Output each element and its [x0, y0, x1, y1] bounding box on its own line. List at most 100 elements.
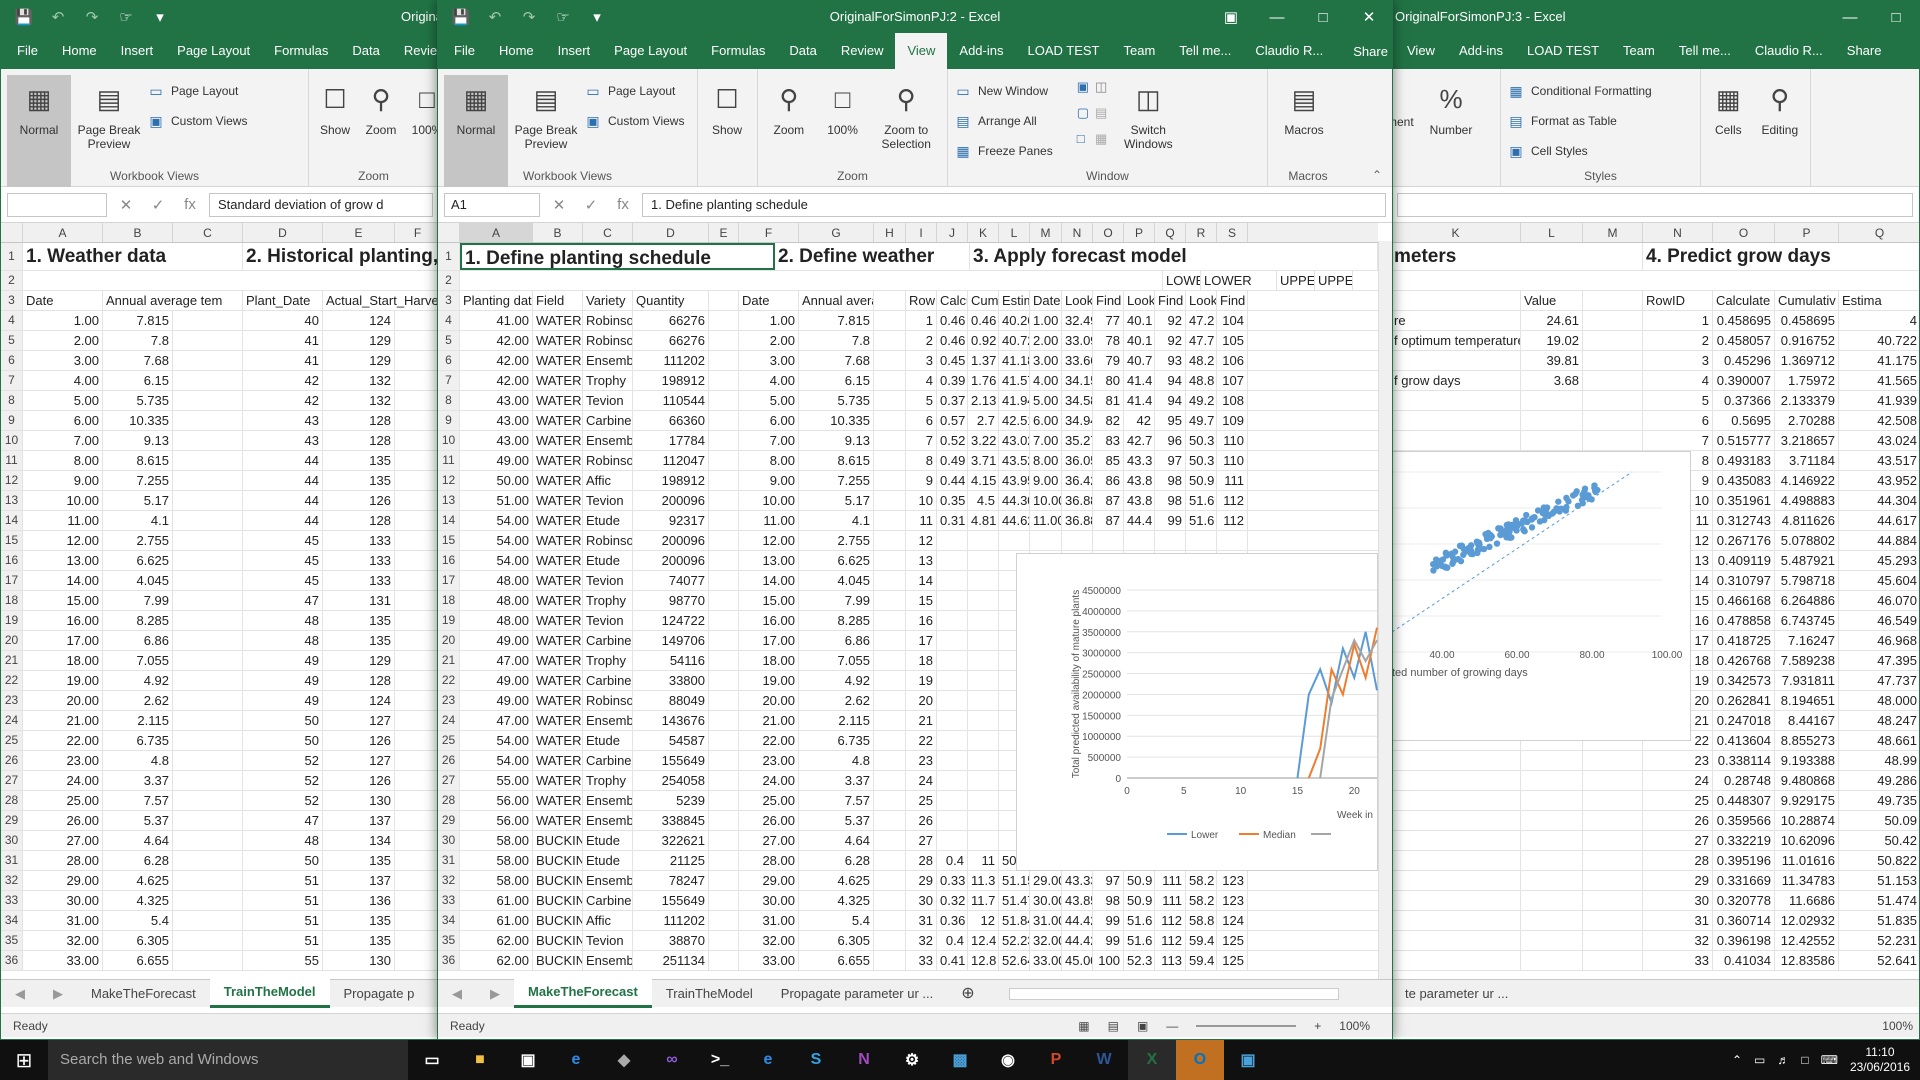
- table-cell[interactable]: 10.62096: [1775, 831, 1839, 850]
- table-cell[interactable]: 4: [1839, 311, 1919, 330]
- table-cell[interactable]: 47: [243, 591, 323, 610]
- table-cell[interactable]: [395, 551, 439, 570]
- table-cell[interactable]: 112: [1217, 491, 1248, 510]
- table-cell[interactable]: 2.115: [103, 711, 173, 730]
- column-header[interactable]: E: [323, 223, 395, 242]
- table-cell[interactable]: [1583, 891, 1643, 910]
- parameter-label[interactable]: [1391, 791, 1521, 810]
- table-cell[interactable]: 97: [1093, 871, 1124, 890]
- table-cell[interactable]: [395, 591, 439, 610]
- table-cell[interactable]: 2.115: [799, 711, 874, 730]
- row-header[interactable]: 21: [438, 651, 460, 670]
- table-cell[interactable]: 26.00: [23, 811, 103, 830]
- table-cell[interactable]: WATERS:: [533, 531, 583, 550]
- table-cell[interactable]: 42.51: [999, 411, 1030, 430]
- table-cell[interactable]: 5.735: [103, 391, 173, 410]
- table-cell[interactable]: [1583, 871, 1643, 890]
- app-icon-2[interactable]: ▣: [1224, 1040, 1272, 1080]
- table-cell[interactable]: 49: [243, 671, 323, 690]
- table-cell[interactable]: [173, 491, 243, 510]
- table-cell[interactable]: 33.00: [23, 951, 103, 970]
- table-cell[interactable]: [709, 951, 739, 970]
- table-cell[interactable]: [968, 831, 999, 850]
- table-cell[interactable]: [173, 871, 243, 890]
- table-cell[interactable]: 128: [323, 431, 395, 450]
- column-header[interactable]: E: [709, 223, 739, 242]
- table-cell[interactable]: 44: [243, 491, 323, 510]
- table-cell[interactable]: 129: [323, 351, 395, 370]
- table-cell[interactable]: 7.99: [799, 591, 874, 610]
- table-cell[interactable]: 126: [323, 491, 395, 510]
- header-cell[interactable]: Calcu: [937, 291, 968, 310]
- table-cell[interactable]: 7.00: [739, 431, 799, 450]
- table-cell[interactable]: [173, 551, 243, 570]
- table-cell[interactable]: 19.00: [739, 671, 799, 690]
- collapse-ribbon-icon[interactable]: ⌃: [1372, 168, 1382, 182]
- save-icon[interactable]: 💾: [446, 4, 476, 30]
- table-cell[interactable]: [395, 671, 439, 690]
- table-cell[interactable]: 96: [1155, 431, 1186, 450]
- table-cell[interactable]: [709, 311, 739, 330]
- page-break-status-icon[interactable]: ▣: [1137, 1014, 1148, 1038]
- row-header[interactable]: 24: [438, 711, 460, 730]
- table-cell[interactable]: 135: [323, 911, 395, 930]
- table-cell[interactable]: 4.64: [799, 831, 874, 850]
- zoom-in-icon[interactable]: +: [1314, 1014, 1321, 1038]
- table-cell[interactable]: 3.37: [103, 771, 173, 790]
- table-cell[interactable]: [709, 731, 739, 750]
- table-cell[interactable]: [937, 591, 968, 610]
- show-hidden-icons[interactable]: ⌃: [1732, 1053, 1742, 1067]
- table-cell[interactable]: 14: [906, 571, 937, 590]
- table-cell[interactable]: [395, 491, 439, 510]
- row-header[interactable]: 18: [438, 591, 460, 610]
- table-cell[interactable]: [874, 791, 906, 810]
- table-cell[interactable]: 48.2: [1186, 351, 1217, 370]
- table-cell[interactable]: 0.46: [968, 311, 999, 330]
- table-cell[interactable]: [874, 851, 906, 870]
- table-cell[interactable]: 4.92: [103, 671, 173, 690]
- table-cell[interactable]: 4.625: [103, 871, 173, 890]
- table-cell[interactable]: 11.6686: [1775, 891, 1839, 910]
- table-cell[interactable]: 128: [323, 511, 395, 530]
- table-cell[interactable]: 4.00: [1030, 371, 1062, 390]
- table-cell[interactable]: 3.00: [23, 351, 103, 370]
- table-cell[interactable]: WATERS:: [533, 331, 583, 350]
- table-cell[interactable]: [874, 331, 906, 350]
- table-cell[interactable]: 1.37: [968, 351, 999, 370]
- table-cell[interactable]: 6.15: [103, 371, 173, 390]
- row-header[interactable]: 28: [1, 791, 23, 810]
- parameter-value[interactable]: 19.02: [1521, 331, 1583, 350]
- table-cell[interactable]: WATERS:: [533, 651, 583, 670]
- table-cell[interactable]: [395, 571, 439, 590]
- table-cell[interactable]: 42.00: [460, 351, 533, 370]
- table-cell[interactable]: 7.8: [103, 331, 173, 350]
- table-cell[interactable]: [937, 571, 968, 590]
- table-cell[interactable]: 30.00: [739, 891, 799, 910]
- table-cell[interactable]: [395, 611, 439, 630]
- table-cell[interactable]: 36.05: [1062, 451, 1093, 470]
- table-cell[interactable]: 128: [323, 671, 395, 690]
- prev-sheet-icon[interactable]: ◀: [1, 981, 39, 1007]
- table-cell[interactable]: 48.99: [1839, 751, 1919, 770]
- table-cell[interactable]: [173, 511, 243, 530]
- table-cell[interactable]: 31.00: [1030, 911, 1062, 930]
- table-cell[interactable]: 18.00: [23, 651, 103, 670]
- table-cell[interactable]: [173, 711, 243, 730]
- table-cell[interactable]: 0.351961: [1713, 491, 1775, 510]
- table-cell[interactable]: 49.2: [1186, 391, 1217, 410]
- table-cell[interactable]: 109: [1217, 411, 1248, 430]
- table-cell[interactable]: Trophy: [583, 771, 633, 790]
- table-cell[interactable]: 44.884: [1839, 531, 1919, 550]
- table-cell[interactable]: 4.625: [799, 871, 874, 890]
- skype-icon[interactable]: S: [792, 1040, 840, 1080]
- header-cell[interactable]: LOWE: [1163, 271, 1201, 290]
- table-cell[interactable]: 112: [1217, 511, 1248, 530]
- table-cell[interactable]: 12.8: [968, 951, 999, 970]
- table-cell[interactable]: [937, 651, 968, 670]
- parameter-label[interactable]: re: [1391, 311, 1521, 330]
- function-icon[interactable]: fx: [177, 196, 203, 213]
- column-header[interactable]: F: [395, 223, 439, 242]
- table-cell[interactable]: 149706: [633, 631, 709, 650]
- table-cell[interactable]: 9.13: [103, 431, 173, 450]
- table-cell[interactable]: 51.47: [999, 891, 1030, 910]
